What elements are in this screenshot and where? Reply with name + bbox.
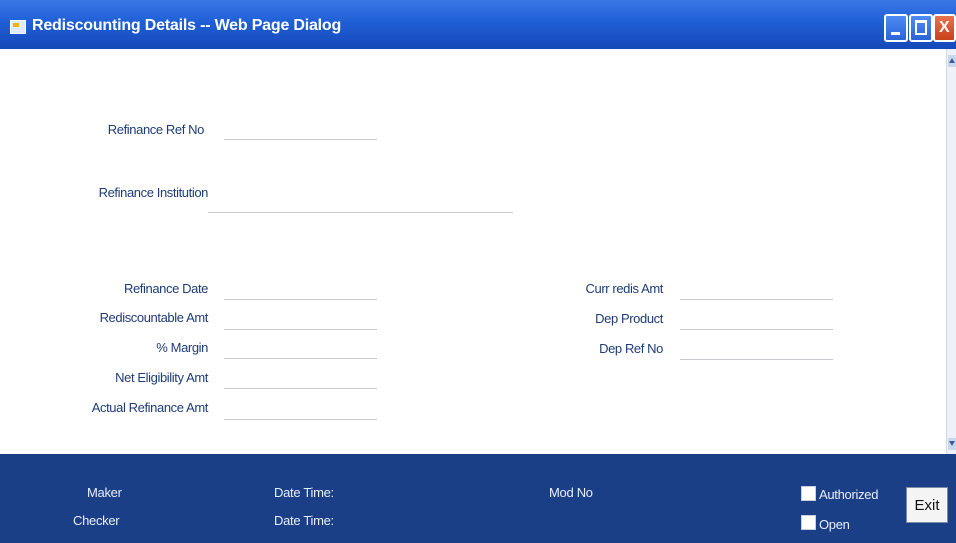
minimize-button[interactable] — [884, 14, 908, 42]
refinance-date-field[interactable] — [224, 281, 377, 300]
authorized-label: Authorized — [819, 487, 879, 502]
maker-date-time-label: Date Time: — [274, 485, 334, 500]
maximize-button[interactable] — [909, 14, 933, 42]
window-app-icon — [10, 20, 26, 34]
checker-label: Checker — [73, 513, 120, 528]
dep-product-label: Dep Product — [595, 311, 663, 326]
authorized-checkbox[interactable] — [801, 486, 816, 501]
actual-refinance-amt-field[interactable] — [224, 401, 377, 420]
scroll-down-arrow-icon[interactable] — [948, 438, 956, 450]
refinance-ref-no-label: Refinance Ref No — [107, 122, 205, 137]
exit-button[interactable]: Exit — [906, 487, 948, 523]
mod-no-label: Mod No — [549, 485, 593, 500]
dep-ref-no-label: Dep Ref No — [599, 341, 663, 356]
open-label: Open — [819, 517, 850, 532]
rediscountable-amt-label: Rediscountable Amt — [99, 310, 209, 325]
actual-refinance-amt-label: Actual Refinance Amt — [91, 400, 209, 415]
curr-redis-amt-field[interactable] — [680, 281, 833, 300]
margin-field[interactable] — [224, 340, 377, 359]
vertical-scrollbar[interactable] — [946, 49, 956, 454]
audit-footer: Maker Checker Date Time: Date Time: Mod … — [0, 454, 956, 543]
curr-redis-amt-label: Curr redis Amt — [585, 281, 664, 296]
refinance-date-label: Refinance Date — [123, 281, 208, 296]
refinance-institution-field[interactable] — [208, 194, 513, 213]
scroll-up-arrow-icon[interactable] — [948, 55, 956, 67]
net-eligibility-amt-field[interactable] — [224, 370, 377, 389]
refinance-ref-no-field[interactable] — [224, 121, 377, 140]
dep-product-field[interactable] — [680, 311, 833, 330]
checker-date-time-label: Date Time: — [274, 513, 334, 528]
form-area: Refinance Ref No Refinance Institution R… — [0, 49, 946, 454]
net-eligibility-amt-label: Net Eligibility Amt — [115, 370, 208, 385]
margin-label: % Margin — [156, 340, 208, 355]
open-checkbox[interactable] — [801, 515, 816, 530]
maker-label: Maker — [87, 485, 122, 500]
refinance-institution-label: Refinance Institution — [98, 185, 209, 200]
window-title: Rediscounting Details -- Web Page Dialog — [32, 17, 342, 34]
rediscountable-amt-field[interactable] — [224, 311, 377, 330]
close-button[interactable] — [933, 14, 956, 42]
dep-ref-no-field[interactable] — [680, 341, 833, 360]
title-bar: Rediscounting Details -- Web Page Dialog — [0, 0, 956, 49]
